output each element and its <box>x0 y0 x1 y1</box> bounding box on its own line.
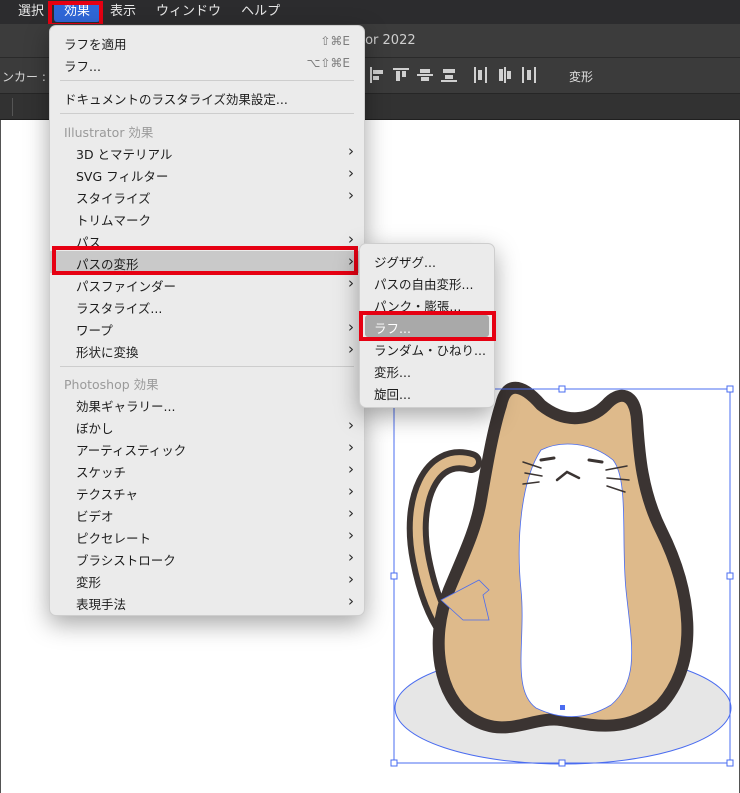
submenu-item-zigzag[interactable]: ジグザグ... <box>360 249 494 271</box>
selection-handle-bl <box>390 759 398 767</box>
submenu-item-twist[interactable]: 旋回... <box>360 381 494 403</box>
selection-handle-tc <box>558 385 566 393</box>
menu-item-pathfinder[interactable]: パスファインダー › <box>50 273 364 295</box>
menu-item-stylize[interactable]: スタイライズ › <box>50 185 364 207</box>
menu-item-brush-strokes[interactable]: ブラシストローク › <box>50 547 364 569</box>
distribute-center-icon[interactable] <box>496 66 514 84</box>
selection-handle-tr <box>726 385 734 393</box>
cat-left-eye <box>539 456 556 462</box>
align-vertical-center-icon[interactable] <box>416 66 434 84</box>
app-title: tor 2022 <box>360 33 416 48</box>
chevron-right-icon: › <box>348 570 354 588</box>
chevron-right-icon: › <box>348 252 354 270</box>
menu-select[interactable]: 選択 <box>0 0 54 24</box>
chevron-right-icon: › <box>348 416 354 434</box>
selection-handle-mr <box>726 572 734 580</box>
menu-item-path[interactable]: パス › <box>50 229 364 251</box>
tab-divider <box>12 98 13 116</box>
align-bottom-icon[interactable] <box>440 66 458 84</box>
menu-item-video[interactable]: ビデオ › <box>50 503 364 525</box>
chevron-right-icon: › <box>348 142 354 160</box>
chevron-right-icon: › <box>348 460 354 478</box>
menu-item-texture[interactable]: テクスチャ › <box>50 481 364 503</box>
align-icons <box>368 66 538 84</box>
anchor-label: ンカー : <box>2 70 46 84</box>
submenu-item-tweak[interactable]: ランダム・ひねり... <box>360 337 494 359</box>
menu-item-svg-filter[interactable]: SVG フィルター › <box>50 163 364 185</box>
menu-item-stylize-photoshop[interactable]: 表現手法 › <box>50 591 364 613</box>
selection-handle-ml <box>390 572 398 580</box>
menu-item-blur[interactable]: ぼかし › <box>50 415 364 437</box>
selection-handle-bc <box>558 759 566 767</box>
submenu-item-transform[interactable]: 変形... <box>360 359 494 381</box>
menubar: 選択 効果 表示 ウィンドウ ヘルプ <box>0 0 740 24</box>
menu-item-distort[interactable]: 変形 › <box>50 569 364 591</box>
menu-item-sketch[interactable]: スケッチ › <box>50 459 364 481</box>
menu-item-effect-gallery[interactable]: 効果ギャラリー... <box>50 393 364 415</box>
menu-item-last-effect[interactable]: ラフ... ⌥⇧⌘E <box>50 53 364 75</box>
menu-item-3d-material[interactable]: 3D とマテリアル › <box>50 141 364 163</box>
menu-separator <box>60 80 354 81</box>
menu-item-distort-transform[interactable]: パスの変形 › <box>50 251 364 273</box>
chevron-right-icon: › <box>348 592 354 610</box>
chevron-right-icon: › <box>348 482 354 500</box>
submenu-item-pucker-bloat[interactable]: パンク・膨張... <box>360 293 494 315</box>
menu-item-warp[interactable]: ワープ › <box>50 317 364 339</box>
chevron-right-icon: › <box>348 504 354 522</box>
effect-menu: ラフを適用 ⇧⌘E ラフ... ⌥⇧⌘E ドキュメントのラスタライズ効果設定..… <box>49 25 365 616</box>
chevron-right-icon: › <box>348 230 354 248</box>
distribute-right-icon[interactable] <box>520 66 538 84</box>
submenu-item-free-distort[interactable]: パスの自由変形... <box>360 271 494 293</box>
chevron-right-icon: › <box>348 274 354 292</box>
menu-item-pixelate[interactable]: ピクセレート › <box>50 525 364 547</box>
menu-window[interactable]: ウィンドウ <box>146 0 231 24</box>
chevron-right-icon: › <box>348 186 354 204</box>
menu-item-apply-last-effect[interactable]: ラフを適用 ⇧⌘E <box>50 31 364 53</box>
chevron-right-icon: › <box>348 318 354 336</box>
align-left-icon[interactable] <box>368 66 386 84</box>
chevron-right-icon: › <box>348 548 354 566</box>
selection-center-point <box>560 705 565 710</box>
distort-transform-submenu: ジグザグ... パスの自由変形... パンク・膨張... ラフ... ランダム・… <box>359 243 495 408</box>
menu-item-document-raster-settings[interactable]: ドキュメントのラスタライズ効果設定... <box>50 86 364 108</box>
chevron-right-icon: › <box>348 164 354 182</box>
menu-item-trim-marks[interactable]: トリムマーク <box>50 207 364 229</box>
menu-separator <box>60 113 354 114</box>
submenu-item-roughen[interactable]: ラフ... <box>365 315 489 337</box>
menu-header-photoshop: Photoshop 効果 <box>64 377 159 392</box>
menu-view[interactable]: 表示 <box>100 0 146 24</box>
align-top-icon[interactable] <box>392 66 410 84</box>
chevron-right-icon: › <box>348 438 354 456</box>
menu-item-artistic[interactable]: アーティスティック › <box>50 437 364 459</box>
menu-help[interactable]: ヘルプ <box>231 0 290 24</box>
chevron-right-icon: › <box>348 340 354 358</box>
menu-header-illustrator: Illustrator 効果 <box>64 125 154 140</box>
menu-item-rasterize[interactable]: ラスタライズ... <box>50 295 364 317</box>
selection-handle-br <box>726 759 734 767</box>
distribute-left-icon[interactable] <box>472 66 490 84</box>
chevron-right-icon: › <box>348 526 354 544</box>
cat-right-eye <box>587 458 604 464</box>
menu-effect[interactable]: 効果 <box>54 2 101 22</box>
menu-separator <box>60 366 354 367</box>
transform-label[interactable]: 変形 <box>569 68 593 85</box>
cat-belly <box>518 443 633 718</box>
menu-item-convert-to-shape[interactable]: 形状に変換 › <box>50 339 364 361</box>
